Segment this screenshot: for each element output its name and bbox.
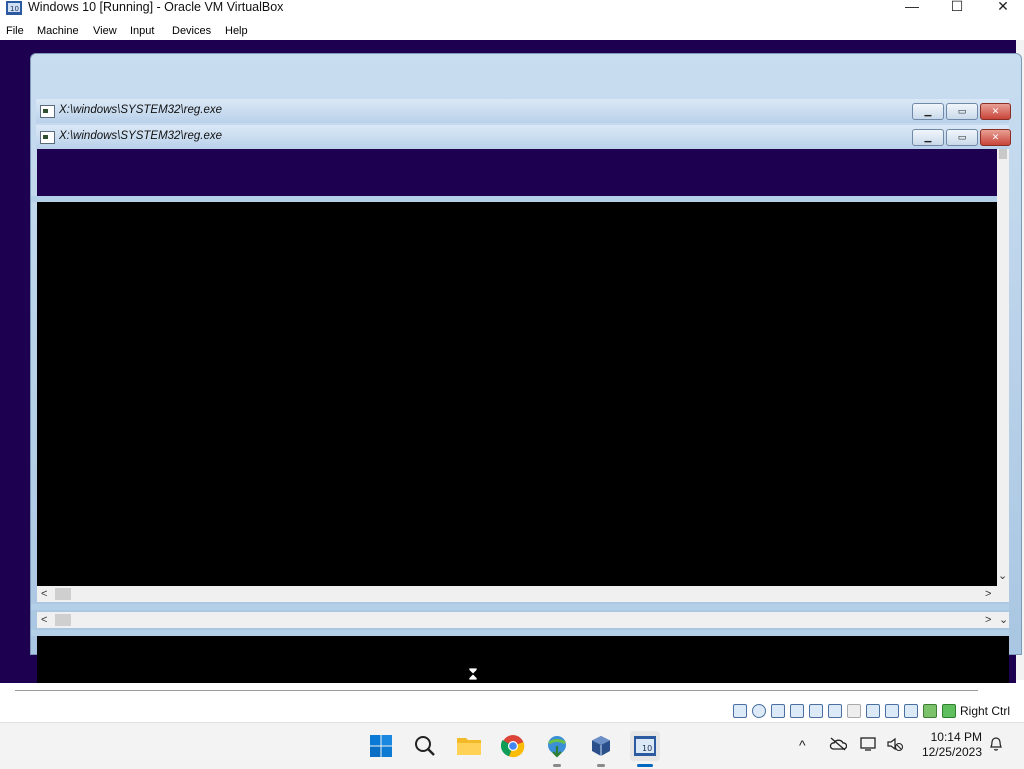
virtualbox-button[interactable] <box>586 731 616 767</box>
search-button[interactable] <box>410 731 440 761</box>
usb-icon[interactable] <box>828 704 842 718</box>
vbox-status-bar: Right Ctrl <box>0 700 1024 722</box>
display-icon[interactable] <box>866 704 880 718</box>
internet-download-manager-icon <box>548 736 566 758</box>
guest-close-button[interactable]: ✕ <box>980 129 1011 146</box>
console-vertical-scrollbar[interactable]: ⌄ <box>997 149 1009 586</box>
host-key-label[interactable]: Right Ctrl <box>960 704 1010 718</box>
optical-drive-icon[interactable] <box>752 704 766 718</box>
guest-maximize-button[interactable]: ▭ <box>946 129 978 146</box>
clock[interactable]: 10:14 PM 12/25/2023 <box>918 730 982 760</box>
active-indicator <box>637 764 653 767</box>
hard-disk-icon[interactable] <box>733 704 747 718</box>
taskbar: 10 ^ 10:14 PM 12/25/2023 <box>0 722 1024 769</box>
frame-separator <box>31 604 1009 610</box>
window-title: Windows 10 [Running] - Oracle VM Virtual… <box>28 0 284 14</box>
console-output-area[interactable] <box>37 202 997 586</box>
guest-window-titlebar-1[interactable]: X:\windows\SYSTEM32\reg.exe ▁ ▭ ✕ <box>36 99 1011 123</box>
network-icon[interactable] <box>860 736 878 752</box>
console-icon <box>40 105 55 118</box>
guest-desktop-strip <box>37 149 997 196</box>
menu-machine[interactable]: Machine <box>37 24 79 38</box>
hourglass-cursor-icon <box>468 668 478 680</box>
status-divider <box>15 690 978 691</box>
start-icon <box>370 735 392 757</box>
svg-text:10: 10 <box>642 744 652 753</box>
download-manager-button[interactable] <box>542 731 572 767</box>
running-indicator <box>597 764 605 767</box>
start-button[interactable] <box>366 731 396 761</box>
menu-view[interactable]: View <box>93 24 117 38</box>
guest-minimize-button[interactable]: ▁ <box>912 103 944 120</box>
scroll-thumb[interactable] <box>55 588 71 600</box>
mouse-integration-icon[interactable] <box>923 704 937 718</box>
guest-maximize-button[interactable]: ▭ <box>946 103 978 120</box>
menu-input[interactable]: Input <box>130 24 154 38</box>
network-icon[interactable] <box>809 704 823 718</box>
menu-bar: File Machine View Input Devices Help <box>0 22 1024 40</box>
scroll-thumb[interactable] <box>999 149 1007 159</box>
scroll-down-arrow[interactable]: ⌄ <box>999 612 1008 628</box>
chrome-icon <box>501 735 525 758</box>
guest-window-title-1: X:\windows\SYSTEM32\reg.exe <box>59 104 222 116</box>
close-button[interactable]: ✕ <box>980 0 1024 17</box>
windows-10-vm-button[interactable]: 10 <box>630 731 660 767</box>
scroll-left-arrow[interactable]: < <box>41 612 47 628</box>
host-titlebar[interactable]: 10 Windows 10 [Running] - Oracle VM Virt… <box>0 0 1024 18</box>
audio-icon[interactable] <box>790 704 804 718</box>
floppy-icon[interactable] <box>771 704 785 718</box>
menu-file[interactable]: File <box>6 24 24 38</box>
virtualbox-app-icon: 10 <box>6 1 22 15</box>
shared-folders-icon[interactable] <box>847 704 861 718</box>
console-horizontal-scrollbar-1[interactable]: < > <box>37 586 1009 602</box>
notification-bell-icon[interactable] <box>989 736 1003 752</box>
minimize-button[interactable]: — <box>889 0 935 17</box>
keyboard-icon[interactable] <box>942 704 956 718</box>
file-explorer-icon <box>457 738 481 755</box>
scroll-right-arrow[interactable]: > <box>985 612 991 628</box>
clock-time: 10:14 PM <box>930 730 982 744</box>
guest-window-title-2: X:\windows\SYSTEM32\reg.exe <box>59 130 222 142</box>
show-hidden-icons-button[interactable]: ^ <box>799 736 806 754</box>
windows-10-vm-icon: 10 <box>634 736 656 756</box>
file-explorer-button[interactable] <box>454 731 484 761</box>
clock-date: 12/25/2023 <box>921 745 982 759</box>
scroll-thumb[interactable] <box>55 614 71 626</box>
volume-muted-icon[interactable] <box>886 736 904 752</box>
console-output-area-2[interactable] <box>37 636 1009 683</box>
menu-devices[interactable]: Devices <box>172 24 211 38</box>
onedrive-icon[interactable] <box>829 737 847 751</box>
video-capture-icon[interactable] <box>885 704 899 718</box>
running-indicator <box>553 764 561 767</box>
virtualbox-icon <box>592 736 610 756</box>
menu-help[interactable]: Help <box>225 24 248 38</box>
scroll-right-arrow[interactable]: > <box>985 586 991 602</box>
console-horizontal-scrollbar-2[interactable]: < > ⌄ <box>37 612 1009 628</box>
guest-close-button[interactable]: ✕ <box>980 103 1011 120</box>
scroll-left-arrow[interactable]: < <box>41 586 47 602</box>
maximize-button[interactable]: ☐ <box>934 0 980 17</box>
recording-icon[interactable] <box>904 704 918 718</box>
guest-window-titlebar-2[interactable]: X:\windows\SYSTEM32\reg.exe ▁ ▭ ✕ <box>36 125 1011 149</box>
chrome-button[interactable] <box>498 731 528 761</box>
console-icon <box>40 131 55 144</box>
guest-minimize-button[interactable]: ▁ <box>912 129 944 146</box>
svg-text:10: 10 <box>10 5 19 13</box>
search-icon <box>415 736 435 756</box>
scroll-down-arrow[interactable]: ⌄ <box>998 569 1007 582</box>
